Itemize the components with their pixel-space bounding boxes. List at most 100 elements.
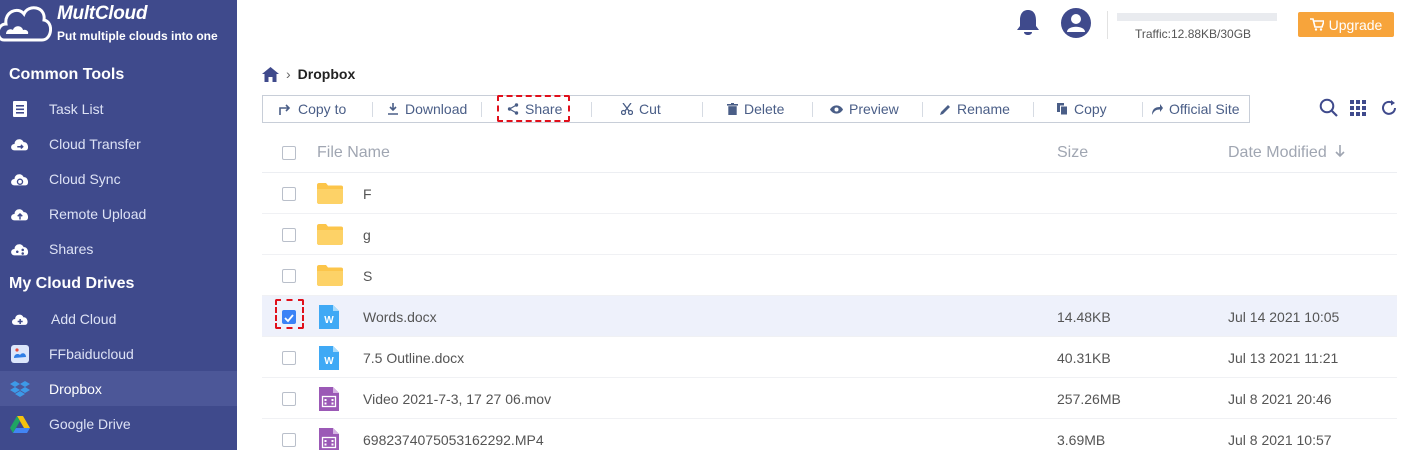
checkbox-highlight-box <box>275 299 304 329</box>
table-row[interactable]: W Words.docx 14.48KB Jul 14 2021 10:05 <box>262 296 1397 337</box>
remote-upload-icon <box>10 204 30 224</box>
traffic-progress-bar <box>1117 13 1277 21</box>
delete-button[interactable]: Delete <box>727 96 784 122</box>
file-name[interactable]: F <box>363 186 372 202</box>
file-size: 257.26MB <box>1057 391 1121 407</box>
file-name[interactable]: 7.5 Outline.docx <box>363 350 464 366</box>
download-button[interactable]: Download <box>387 96 467 122</box>
notification-bell-icon[interactable] <box>1015 8 1041 38</box>
sidebar-item-ffbaiducloud[interactable]: FFbaiducloud <box>0 336 237 371</box>
sort-down-arrow-icon <box>1335 145 1345 158</box>
rename-label: Rename <box>957 101 1010 117</box>
preview-label: Preview <box>849 101 899 117</box>
scissors-icon <box>621 103 633 115</box>
rename-button[interactable]: Rename <box>940 96 1010 122</box>
cut-label: Cut <box>639 101 661 117</box>
google-drive-icon <box>10 414 30 434</box>
file-size: 14.48KB <box>1057 309 1111 325</box>
delete-label: Delete <box>744 101 785 117</box>
row-checkbox[interactable] <box>282 187 296 201</box>
table-row[interactable]: Video 2021-7-3, 17 27 06.mov 257.26MB Jul … <box>262 378 1397 419</box>
upgrade-button[interactable]: Upgrade <box>1298 12 1394 37</box>
column-header-size[interactable]: Size <box>1057 144 1088 162</box>
search-icon[interactable] <box>1319 98 1339 118</box>
row-checkbox[interactable] <box>282 433 296 447</box>
home-icon[interactable] <box>262 66 279 82</box>
table-row[interactable]: g <box>262 214 1397 255</box>
sidebar-item-label: Cloud Transfer <box>49 135 141 152</box>
cart-icon <box>1309 18 1324 31</box>
file-size: 3.69MB <box>1057 432 1106 448</box>
sidebar: MultCloud Put multiple clouds into one C… <box>0 0 237 450</box>
file-name[interactable]: S <box>363 268 372 284</box>
header-divider <box>1107 11 1108 39</box>
grid-view-icon[interactable] <box>1350 100 1366 116</box>
task-list-icon <box>10 99 30 119</box>
trash-icon <box>727 103 738 115</box>
file-date-modified: Jul 13 2021 11:21 <box>1228 350 1339 366</box>
download-label: Download <box>405 101 468 117</box>
table-row[interactable]: W 7.5 Outline.docx 40.31KB Jul 13 2021 11:2… <box>262 337 1397 378</box>
toolbar-divider <box>702 102 703 117</box>
sidebar-item-label: Shares <box>49 240 94 257</box>
copy-button[interactable]: Copy <box>1057 96 1107 122</box>
row-checkbox[interactable] <box>282 351 296 365</box>
cut-button[interactable]: Cut <box>621 96 661 122</box>
share-highlight-box <box>497 95 570 122</box>
copy-icon <box>1057 103 1068 115</box>
folder-icon <box>317 264 343 288</box>
user-avatar-icon[interactable] <box>1061 8 1091 38</box>
table-header: File Name Size Date Modified <box>262 132 1397 173</box>
folder-icon <box>317 182 343 206</box>
svg-text:W: W <box>324 315 334 326</box>
copy-to-button[interactable]: Copy to <box>279 96 346 122</box>
breadcrumb-separator-icon: › <box>286 66 291 82</box>
copy-to-icon <box>279 104 291 115</box>
row-checkbox[interactable] <box>282 392 296 406</box>
sidebar-item-add-cloud[interactable]: Add Cloud <box>0 301 237 336</box>
toolbar-divider <box>372 102 373 117</box>
sidebar-item-cloud-transfer[interactable]: Cloud Transfer <box>0 126 237 161</box>
select-all-checkbox[interactable] <box>282 146 296 160</box>
file-toolbar: Copy to Download Share Cut Delete Previe… <box>262 95 1250 123</box>
toolbar-divider <box>591 102 592 117</box>
toolbar-divider <box>1033 102 1034 117</box>
sidebar-item-label: Cloud Sync <box>49 170 121 187</box>
row-checkbox[interactable] <box>282 269 296 283</box>
table-row[interactable]: S <box>262 255 1397 296</box>
column-header-date[interactable]: Date Modified <box>1228 144 1345 162</box>
app-root: MultCloud Put multiple clouds into one C… <box>0 0 1407 450</box>
table-row[interactable]: F <box>262 173 1397 214</box>
download-icon <box>388 103 398 115</box>
word-document-icon: W <box>319 346 345 370</box>
sidebar-item-task-list[interactable]: Task List <box>0 91 237 126</box>
official-site-button[interactable]: Official Site <box>1151 96 1240 122</box>
sidebar-item-remote-upload[interactable]: Remote Upload <box>0 196 237 231</box>
toolbar-divider <box>1142 102 1143 117</box>
file-name[interactable]: Video 2021-7-3, 17 27 06.mov <box>363 391 551 407</box>
shares-icon <box>10 239 30 259</box>
sidebar-item-shares[interactable]: Shares <box>0 231 237 266</box>
column-header-name[interactable]: File Name <box>317 144 390 162</box>
sidebar-item-label: FFbaiducloud <box>49 345 134 362</box>
copy-label: Copy <box>1074 101 1107 117</box>
file-name[interactable]: g <box>363 227 371 243</box>
file-name[interactable]: 6982374075053162292.MP4 <box>363 432 544 448</box>
cloud-transfer-icon <box>10 134 30 154</box>
my-cloud-drives-title: My Cloud Drives <box>9 275 135 292</box>
add-cloud-icon <box>11 309 31 329</box>
brand-name: MultCloud <box>57 3 148 24</box>
sidebar-item-label: Task List <box>49 100 104 117</box>
multcloud-logo-icon <box>0 6 52 42</box>
row-checkbox[interactable] <box>282 228 296 242</box>
table-row[interactable]: 6982374075053162292.MP4 3.69MB Jul 8 2021 … <box>262 419 1397 450</box>
preview-button[interactable]: Preview <box>830 96 899 122</box>
common-tools-title: Common Tools <box>9 66 125 83</box>
sidebar-item-dropbox[interactable]: Dropbox <box>0 371 237 406</box>
sidebar-item-google-drive[interactable]: Google Drive <box>0 406 237 441</box>
video-file-icon <box>319 387 345 411</box>
brand[interactable]: MultCloud Put multiple clouds into one <box>0 0 237 56</box>
file-name[interactable]: Words.docx <box>363 309 437 325</box>
sidebar-item-cloud-sync[interactable]: Cloud Sync <box>0 161 237 196</box>
refresh-icon[interactable] <box>1380 99 1398 117</box>
